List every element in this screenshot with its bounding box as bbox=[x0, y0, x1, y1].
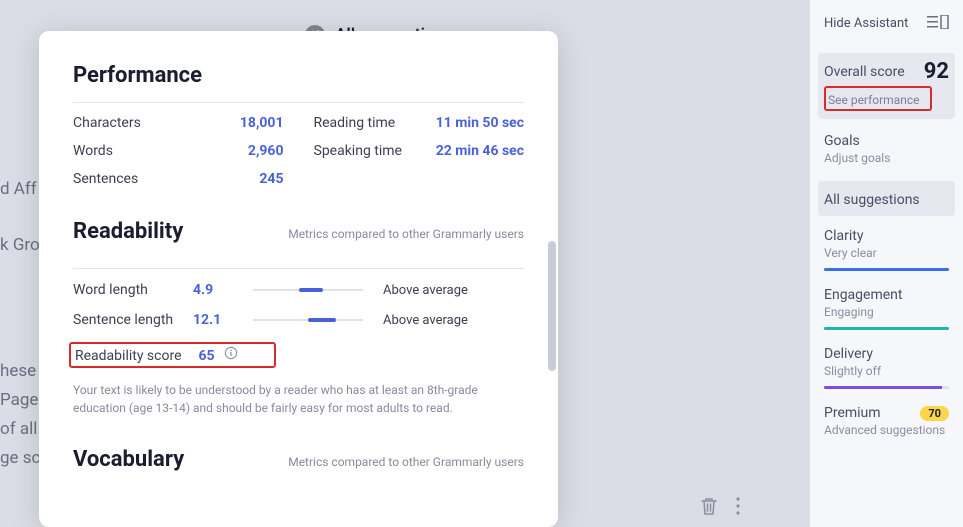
readability-score-row: Readability score 65 bbox=[73, 335, 524, 375]
more-icon[interactable] bbox=[736, 497, 740, 515]
stat-label: Reading time bbox=[314, 115, 396, 131]
delivery-bar bbox=[824, 386, 949, 389]
readability-note: Metrics compared to other Grammarly user… bbox=[288, 227, 524, 241]
stat-value: 2,960 bbox=[248, 143, 284, 159]
info-icon[interactable] bbox=[224, 346, 238, 360]
vocabulary-section: Vocabulary Metrics compared to other Gra… bbox=[73, 447, 524, 486]
premium-label: Premium bbox=[824, 405, 881, 421]
background-text: Page bbox=[0, 389, 38, 413]
background-text: of all bbox=[0, 418, 37, 442]
metric-value: 65 bbox=[198, 348, 214, 364]
overall-score-label: Overall score bbox=[824, 64, 905, 80]
stat-speaking-time: Speaking time 22 min 46 sec bbox=[314, 137, 525, 165]
background-text: k Gro bbox=[0, 234, 40, 258]
stat-value: 22 min 46 sec bbox=[436, 143, 524, 159]
hide-assistant-button[interactable]: Hide Assistant bbox=[824, 16, 908, 31]
goals-block[interactable]: Goals Adjust goals bbox=[818, 129, 955, 175]
engagement-sub: Engaging bbox=[824, 305, 949, 319]
delivery-sub: Slightly off bbox=[824, 364, 949, 378]
assistant-sidebar: Hide Assistant Overall score 92 See perf… bbox=[809, 0, 963, 527]
sentence-length-row: Sentence length 12.1 Above average bbox=[73, 305, 524, 335]
premium-sub: Advanced suggestions bbox=[824, 423, 949, 437]
clarity-sub: Very clear bbox=[824, 246, 949, 260]
metric-value: 4.9 bbox=[193, 282, 233, 298]
goals-label: Goals bbox=[824, 133, 949, 149]
goals-sub: Adjust goals bbox=[824, 151, 949, 165]
stat-words: Words 2,960 bbox=[73, 137, 284, 165]
clarity-bar bbox=[824, 268, 949, 271]
performance-heading: Performance bbox=[73, 63, 524, 88]
metric-value: 12.1 bbox=[193, 312, 233, 328]
readability-description: Your text is likely to be understood by … bbox=[73, 381, 524, 417]
stat-label: Sentences bbox=[73, 171, 138, 187]
background-text: d Aff bbox=[0, 178, 37, 202]
metric-caption: Above average bbox=[383, 313, 468, 328]
vocabulary-heading: Vocabulary bbox=[73, 447, 184, 472]
metric-label: Readability score bbox=[75, 348, 195, 364]
engagement-label: Engagement bbox=[824, 287, 949, 303]
stat-label: Speaking time bbox=[314, 143, 402, 159]
stat-value: 18,001 bbox=[240, 115, 284, 131]
see-performance-highlight: See performance bbox=[824, 86, 932, 111]
stat-characters: Characters 18,001 bbox=[73, 109, 284, 137]
background-text: hese bbox=[0, 360, 36, 384]
readability-section: Readability Metrics compared to other Gr… bbox=[73, 219, 524, 417]
stat-label: Words bbox=[73, 143, 113, 159]
all-suggestions-label: All suggestions bbox=[824, 192, 920, 208]
see-performance-link[interactable]: See performance bbox=[828, 93, 920, 107]
metric-label: Word length bbox=[73, 282, 193, 298]
vocabulary-note: Metrics compared to other Grammarly user… bbox=[288, 455, 524, 469]
view-toggle-icon[interactable] bbox=[927, 14, 949, 33]
modal-scrollbar[interactable] bbox=[548, 241, 556, 371]
sentence-length-slider bbox=[253, 318, 363, 322]
background-text: ge sc bbox=[0, 447, 40, 471]
stat-sentences: Sentences 245 bbox=[73, 165, 284, 193]
engagement-tab[interactable]: Engagement Engaging bbox=[818, 277, 955, 336]
premium-tab[interactable]: Premium 70 Advanced suggestions bbox=[818, 395, 955, 443]
trash-icon[interactable] bbox=[700, 496, 718, 516]
delivery-label: Delivery bbox=[824, 346, 949, 362]
overall-score-value: 92 bbox=[924, 59, 949, 84]
overall-score-block[interactable]: Overall score 92 See performance bbox=[818, 53, 955, 119]
performance-stats: Characters 18,001 Words 2,960 Sentences … bbox=[73, 102, 524, 193]
metric-label: Sentence length bbox=[73, 312, 193, 328]
word-length-slider bbox=[253, 288, 363, 292]
stat-value: 245 bbox=[259, 171, 283, 187]
engagement-bar bbox=[824, 327, 949, 330]
stat-label: Characters bbox=[73, 115, 141, 131]
performance-modal: Performance Characters 18,001 Words 2,96… bbox=[39, 31, 558, 527]
delivery-tab[interactable]: Delivery Slightly off bbox=[818, 336, 955, 395]
clarity-tab[interactable]: Clarity Very clear bbox=[818, 218, 955, 277]
metric-caption: Above average bbox=[383, 283, 468, 298]
stat-reading-time: Reading time 11 min 50 sec bbox=[314, 109, 525, 137]
all-suggestions-tab[interactable]: All suggestions bbox=[818, 181, 955, 216]
word-length-row: Word length 4.9 Above average bbox=[73, 275, 524, 305]
readability-heading: Readability bbox=[73, 219, 183, 244]
clarity-label: Clarity bbox=[824, 228, 949, 244]
stat-value: 11 min 50 sec bbox=[436, 115, 524, 131]
readability-score-highlight: Readability score 65 bbox=[69, 342, 276, 368]
premium-count-badge: 70 bbox=[920, 406, 949, 421]
